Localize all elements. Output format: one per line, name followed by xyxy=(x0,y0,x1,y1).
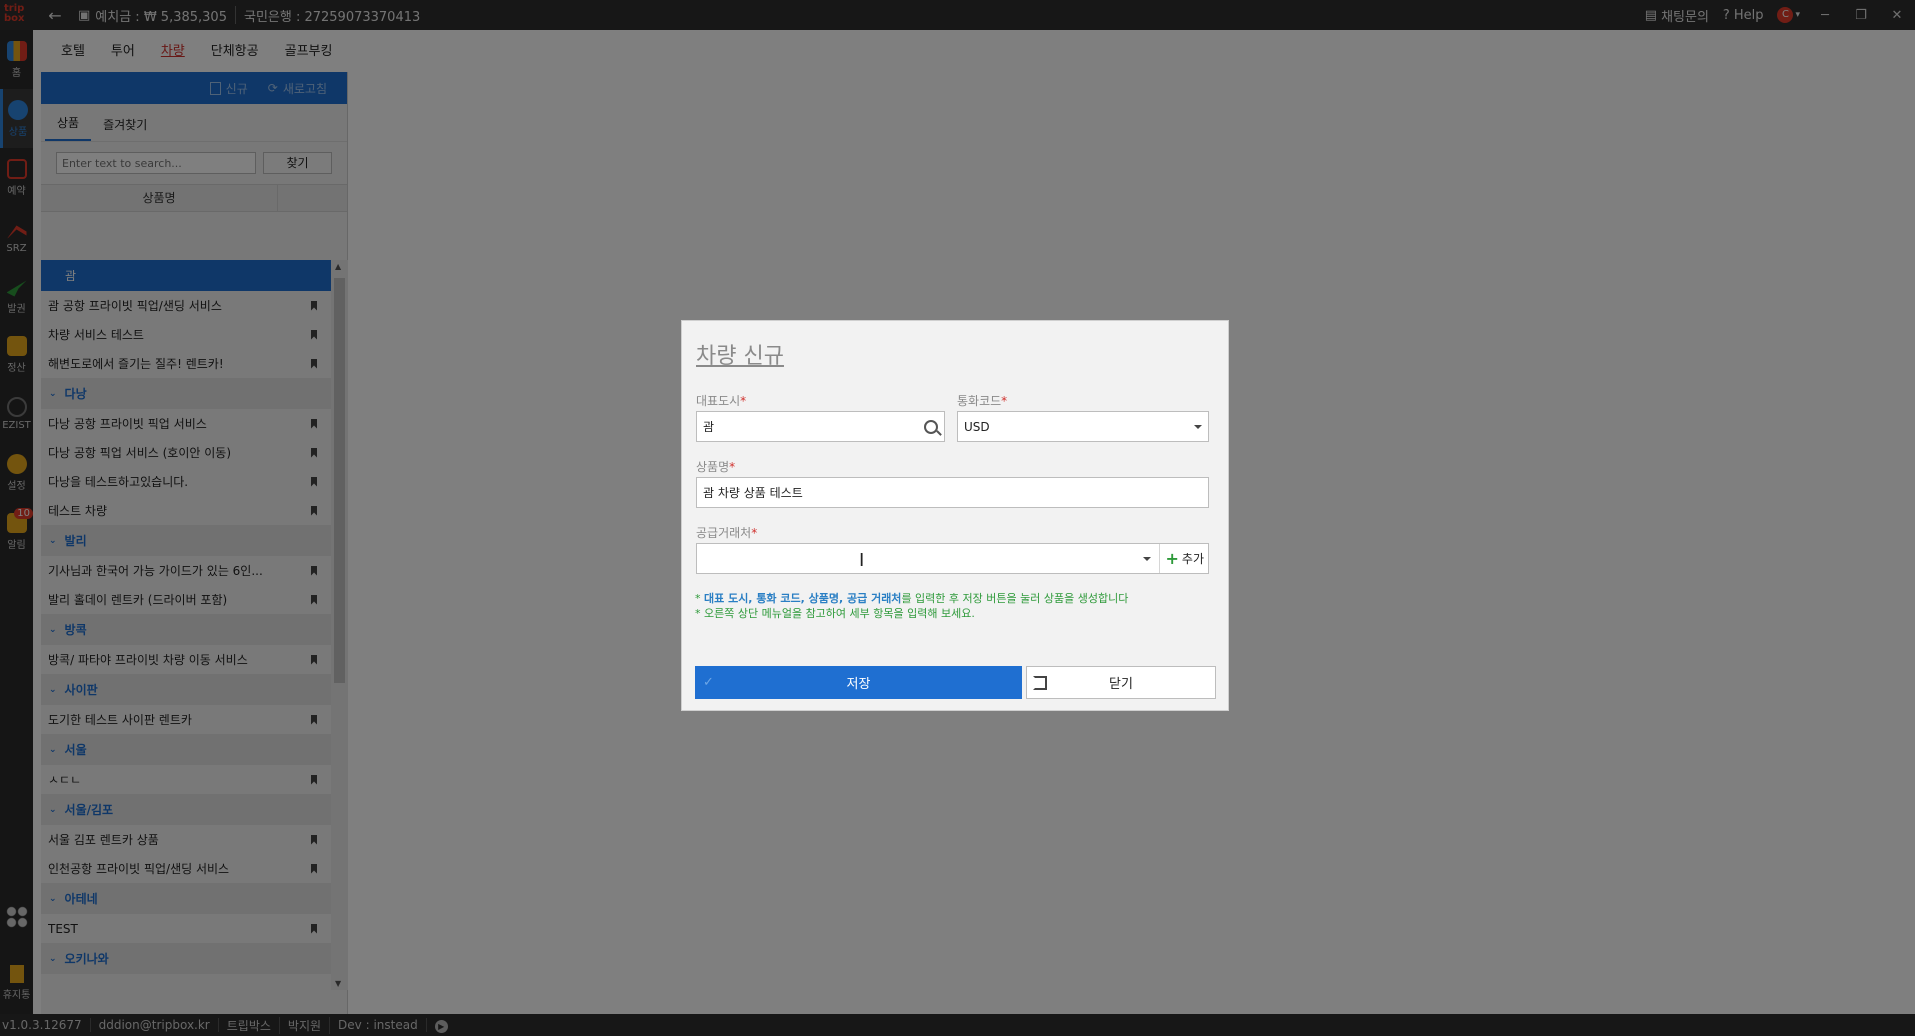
name-label: 상품명* xyxy=(696,458,735,475)
currency-select[interactable]: USD xyxy=(957,411,1209,442)
required-mark: * xyxy=(751,526,758,540)
city-value: 괌 xyxy=(703,420,715,434)
hint-required-fields: * 대표 도시, 통화 코드, 상품명, 공급 거래처를 입력한 후 저장 버튼… xyxy=(695,590,1128,606)
currency-label: 통화코드* xyxy=(957,392,1007,409)
supplier-label-text: 공급거래처 xyxy=(696,526,752,540)
close-button[interactable]: 닫기 xyxy=(1026,666,1216,699)
add-supplier-label: 추가 xyxy=(1181,552,1204,566)
hint-bold: 대표 도시, 통화 코드, 상품명, 공급 거래처 xyxy=(704,592,902,605)
add-supplier-button[interactable]: + 추가 xyxy=(1158,544,1209,573)
required-mark: * xyxy=(729,460,736,474)
required-mark: * xyxy=(1001,394,1008,408)
supplier-label: 공급거래처* xyxy=(696,524,757,541)
text-cursor-icon: I xyxy=(859,550,865,571)
close-button-label: 닫기 xyxy=(1109,677,1133,692)
save-button-label: 저장 xyxy=(846,677,871,692)
currency-value: USD xyxy=(964,419,990,434)
supplier-select[interactable]: + 추가 xyxy=(696,543,1209,574)
city-label-text: 대표도시 xyxy=(696,394,741,408)
city-label: 대표도시* xyxy=(696,392,746,409)
hint-rest: 를 입력한 후 저장 버튼을 눌러 상품을 생성합니다 xyxy=(901,592,1129,605)
new-vehicle-dialog: 차량 신규 대표도시* 괌 통화코드* USD 상품명* 괌 차량 상품 테스트… xyxy=(681,320,1229,711)
currency-label-text: 통화코드 xyxy=(957,394,1002,408)
required-mark: * xyxy=(740,394,747,408)
save-button[interactable]: ✓ 저장 xyxy=(695,666,1022,699)
hint-manual: * 오른쪽 상단 메뉴얼을 참고하여 세부 항목을 입력해 보세요. xyxy=(695,607,975,620)
chevron-down-icon[interactable] xyxy=(1142,556,1151,561)
hint-prefix: * xyxy=(695,592,704,605)
chevron-down-icon xyxy=(1194,424,1202,429)
plus-icon: + xyxy=(1165,549,1179,568)
exit-icon xyxy=(1033,676,1047,690)
check-icon: ✓ xyxy=(703,675,714,690)
search-icon[interactable] xyxy=(924,419,938,434)
product-name-field[interactable]: 괌 차량 상품 테스트 xyxy=(696,477,1209,508)
name-label-text: 상품명 xyxy=(696,460,730,474)
city-field[interactable]: 괌 xyxy=(696,411,945,442)
dialog-title: 차량 신규 xyxy=(696,344,784,369)
product-name-value: 괌 차량 상품 테스트 xyxy=(703,486,803,500)
